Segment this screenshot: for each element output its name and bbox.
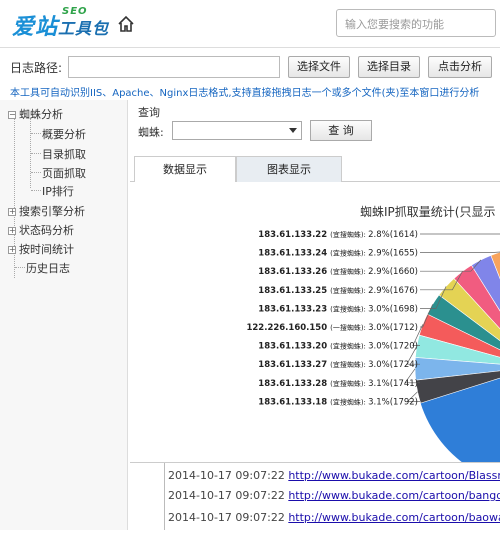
path-label: 日志路径: xyxy=(10,61,63,75)
pie-label-connector xyxy=(420,251,500,253)
pie-label: 183.61.133.27 (宜搜蜘蛛): 3.0%(1724) xyxy=(258,360,418,370)
sidebar-item-label: 目录抓取 xyxy=(42,148,86,161)
query-button[interactable]: 查 询 xyxy=(310,120,372,141)
query-title: 查询 xyxy=(138,106,160,119)
tree-connector xyxy=(15,267,25,268)
tree-connector xyxy=(31,153,41,154)
expand-toggle-icon[interactable]: + xyxy=(8,246,16,254)
tree-connector xyxy=(31,172,41,173)
tab-data[interactable]: 数据显示 xyxy=(134,156,236,182)
sidebar-item-by-time[interactable]: + 按时间统计 xyxy=(8,241,74,257)
pie-label: 183.61.133.26 (宜搜蜘蛛): 2.9%(1660) xyxy=(258,267,418,277)
tree-connector xyxy=(31,133,41,134)
chart-panel: 蜘蛛IP抓取量统计(只显示 183.61.133.22 (宜搜蜘蛛): 2.8%… xyxy=(130,182,500,462)
sidebar-item-history[interactable]: 历史日志 xyxy=(26,260,70,276)
analyze-button[interactable]: 点击分析 xyxy=(428,56,492,78)
tree-connector xyxy=(31,190,41,191)
sidebar-item-label: 页面抓取 xyxy=(42,167,86,180)
spider-label: 蜘蛛: xyxy=(138,126,164,139)
chart-title: 蜘蛛IP抓取量统计(只显示 xyxy=(360,204,495,219)
list-item: 2014-10-17 09:07:22 http://www.bukade.co… xyxy=(168,469,500,482)
log-url-link[interactable]: http://www.bukade.com/cartoon/Blassreite… xyxy=(288,469,500,482)
sidebar-item-status-code[interactable]: + 状态码分析 xyxy=(8,222,74,238)
logo-main-text: 爱站 xyxy=(12,15,59,40)
sidebar-item-page-crawl[interactable]: 页面抓取 xyxy=(42,165,86,181)
log-time: 2014-10-17 09:07:22 xyxy=(168,489,285,502)
sidebar-item-label: 蜘蛛分析 xyxy=(19,108,63,121)
log-path-input[interactable] xyxy=(68,56,280,78)
sidebar-item-label: 历史日志 xyxy=(26,262,70,275)
select-file-button[interactable]: 选择文件 xyxy=(288,56,350,78)
spider-select[interactable] xyxy=(172,121,302,140)
sidebar-item-label: 状态码分析 xyxy=(19,224,74,237)
sidebar-item-search-engine[interactable]: + 搜索引擎分析 xyxy=(8,203,85,219)
pie-label: 183.61.133.20 (宜搜蜘蛛): 3.0%(1720) xyxy=(258,342,418,352)
pie-label: 183.61.133.25 (宜搜蜘蛛): 2.9%(1676) xyxy=(258,286,418,296)
sidebar-item-label: 概要分析 xyxy=(42,128,86,141)
path-bar: 日志路径: xyxy=(0,50,500,84)
list-item: 2014-10-17 09:07:22 http://www.bukade.co… xyxy=(168,489,500,502)
format-hint: 本工具可自动识别IIS、Apache、Nginx日志格式,支持直接拖拽日志一个或… xyxy=(10,88,480,99)
sidebar-item-spider-analysis[interactable]: − 蜘蛛分析 xyxy=(8,106,63,122)
logo-seo-text: SEO xyxy=(62,6,88,17)
select-dir-button[interactable]: 选择目录 xyxy=(358,56,420,78)
sidebar: − 蜘蛛分析 概要分析 目录抓取 页面抓取 IP排行 + 搜索引擎分析 + 状态码分析… xyxy=(0,100,128,530)
title-bar: 爱站工具包 SEO 输入您要搜索的功能 xyxy=(0,0,500,48)
sidebar-item-label: IP排行 xyxy=(42,185,74,198)
sidebar-item-dir-crawl[interactable]: 目录抓取 xyxy=(42,146,86,162)
logo-sub-text: 工具包 xyxy=(58,19,110,38)
column-divider xyxy=(164,463,165,530)
pie-label: 183.61.133.28 (宜搜蜘蛛): 3.1%(1741) xyxy=(258,379,418,389)
tab-chart[interactable]: 图表显示 xyxy=(236,156,342,182)
pie-label-connector xyxy=(420,233,500,235)
dropdown-arrow-icon xyxy=(289,128,297,133)
log-time: 2014-10-17 09:07:22 xyxy=(168,511,285,524)
sidebar-item-label: 按时间统计 xyxy=(19,243,74,256)
pie-chart: 蜘蛛IP抓取量统计(只显示 183.61.133.22 (宜搜蜘蛛): 2.8%… xyxy=(246,204,500,462)
pie-label: 122.226.160.150 (一搜蜘蛛): 3.0%(1712) xyxy=(246,323,418,333)
log-time: 2014-10-17 09:07:22 xyxy=(168,469,285,482)
log-url-link[interactable]: http://www.bukade.com/cartoon/bangqiudal xyxy=(288,489,500,502)
logo: 爱站工具包 SEO xyxy=(12,6,110,41)
pie-label: 183.61.133.18 (宜搜蜘蛛): 3.1%(1792) xyxy=(258,397,418,407)
search-input[interactable]: 输入您要搜索的功能 xyxy=(336,9,496,37)
query-panel: 查询 蜘蛛: 查 询 xyxy=(130,100,500,156)
sidebar-item-ip-ranking[interactable]: IP排行 xyxy=(42,183,74,199)
sidebar-item-overview[interactable]: 概要分析 xyxy=(42,126,86,142)
collapse-toggle-icon[interactable]: − xyxy=(8,111,16,119)
log-list: 2014-10-17 09:07:22 http://www.bukade.co… xyxy=(130,462,500,530)
log-url-link[interactable]: http://www.bukade.com/cartoon/baowan/ xyxy=(288,511,500,524)
home-icon[interactable] xyxy=(116,14,136,34)
expand-toggle-icon[interactable]: + xyxy=(8,208,16,216)
pie-label: 183.61.133.22 (宜搜蜘蛛): 2.8%(1614) xyxy=(258,230,418,240)
list-item: 2014-10-17 09:07:22 http://www.bukade.co… xyxy=(168,509,500,525)
expand-toggle-icon[interactable]: + xyxy=(8,227,16,235)
pie-label: 183.61.133.23 (宜搜蜘蛛): 3.0%(1698) xyxy=(258,304,418,314)
sidebar-item-label: 搜索引擎分析 xyxy=(19,205,85,218)
pie-label: 183.61.133.24 (宜搜蜘蛛): 2.9%(1655) xyxy=(258,249,418,259)
view-tabs: 数据显示 图表显示 xyxy=(130,156,500,182)
